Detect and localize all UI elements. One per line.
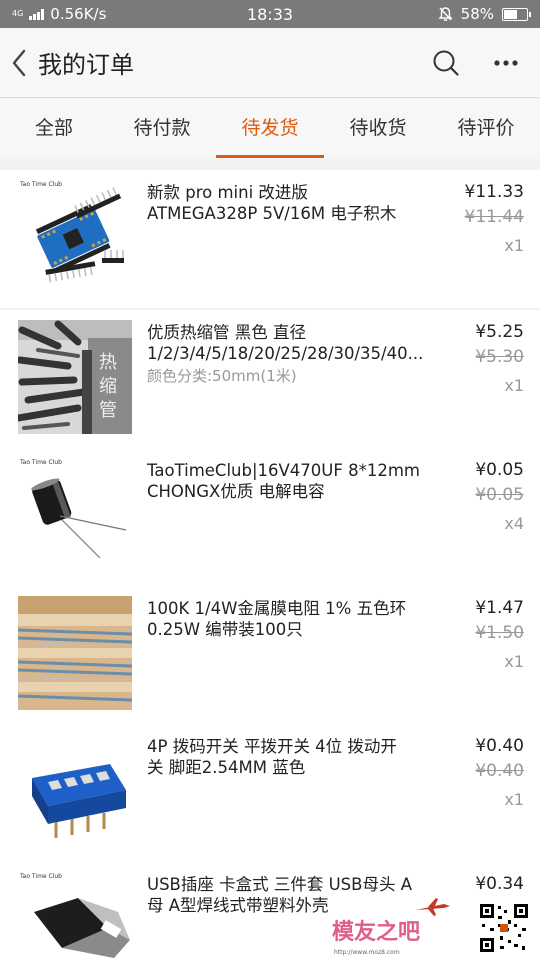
heat-shrink-tube-image: 热 缩 管 bbox=[18, 320, 132, 434]
network-speed: 0.56K/s bbox=[50, 5, 107, 23]
product-quantity: x1 bbox=[504, 236, 524, 255]
product-name: TaoTimeClub|16V470UF 8*12mm CHONGX优质 电解电… bbox=[147, 460, 437, 502]
dip-switch-image bbox=[32, 764, 126, 838]
order-item[interactable]: 热 缩 管 优质热缩管 黑色 直径 1/2/3/4/5/18/20/25/28/… bbox=[0, 310, 540, 448]
product-name-line2: 1/2/3/4/5/18/20/25/28/30/35/40... bbox=[147, 344, 424, 363]
original-price: ¥5.30 bbox=[475, 347, 524, 367]
status-left: 4G 0.56K/s bbox=[12, 5, 192, 23]
product-image: Tao Time Club bbox=[18, 872, 132, 960]
tab-pending-shipment[interactable]: 待发货 bbox=[216, 99, 324, 159]
product-price: ¥0.40 bbox=[475, 736, 524, 756]
pro-mini-board-image bbox=[35, 187, 124, 283]
order-item[interactable]: 100K 1/4W金属膜电阻 1% 五色环 0.25W 编带装100只 ¥1.4… bbox=[0, 586, 540, 724]
watermark: 模友之吧 http://www.moz8.com bbox=[332, 896, 532, 956]
search-button[interactable] bbox=[416, 28, 476, 98]
product-image bbox=[18, 596, 132, 710]
tab-all[interactable]: 全部 bbox=[0, 99, 108, 159]
signal-icon bbox=[29, 8, 45, 20]
svg-text:管: 管 bbox=[99, 400, 117, 421]
watermark-url: http://www.moz8.com bbox=[334, 949, 400, 956]
product-name: 新款 pro mini 改进版 ATMEGA328P 5V/16M 电子积木 bbox=[147, 182, 437, 224]
tab-pending-review[interactable]: 待评价 bbox=[432, 99, 540, 159]
status-bar: 4G 0.56K/s 18:33 58% bbox=[0, 0, 540, 28]
product-name-line1: TaoTimeClub|16V470UF 8*12mm bbox=[147, 461, 421, 480]
tab-pending-receipt[interactable]: 待收货 bbox=[324, 99, 432, 159]
capacitor-image bbox=[31, 478, 127, 559]
product-name: 优质热缩管 黑色 直径 1/2/3/4/5/18/20/25/28/30/35/… bbox=[147, 322, 437, 364]
original-price: ¥11.44 bbox=[464, 207, 524, 227]
tab-pending-payment[interactable]: 待付款 bbox=[108, 99, 216, 159]
bell-mute-icon bbox=[437, 7, 453, 22]
product-name-line1: 优质热缩管 黑色 直径 bbox=[147, 323, 306, 342]
product-name-line1: 100K 1/4W金属膜电阻 1% 五色环 bbox=[147, 599, 407, 618]
product-price: ¥1.47 bbox=[475, 598, 524, 618]
product-image: Tao Time Club bbox=[18, 180, 132, 294]
product-name-line1: 4P 拨码开关 平拨开关 4位 拨动开 bbox=[147, 737, 397, 756]
product-spec: 颜色分类:50mm(1米) bbox=[147, 367, 297, 385]
battery-fill bbox=[504, 9, 517, 19]
product-quantity: x1 bbox=[504, 652, 524, 671]
product-quantity: x1 bbox=[504, 376, 524, 395]
original-price: ¥0.05 bbox=[475, 485, 524, 505]
battery-icon bbox=[502, 7, 531, 21]
original-price: ¥0.40 bbox=[475, 761, 524, 781]
search-icon bbox=[433, 50, 459, 76]
brand-label: Tao Time Club bbox=[20, 181, 62, 188]
product-price: ¥5.25 bbox=[475, 322, 524, 342]
status-time: 18:33 bbox=[246, 4, 294, 24]
network-type: 4G bbox=[12, 9, 24, 18]
product-name-line1: 新款 pro mini 改进版 bbox=[147, 183, 308, 202]
product-image bbox=[18, 734, 132, 848]
order-tabs: 全部 待付款 待发货 待收货 待评价 bbox=[0, 99, 540, 159]
page-title: 我的订单 bbox=[38, 51, 134, 79]
resistor-tape-image bbox=[18, 596, 132, 710]
product-name-line2: ATMEGA328P 5V/16M 电子积木 bbox=[147, 204, 397, 223]
original-price: ¥1.50 bbox=[475, 623, 524, 643]
order-item[interactable]: Tao Time Club TaoTimeClub|16V470UF 8*12m… bbox=[0, 448, 540, 586]
more-button[interactable] bbox=[476, 28, 536, 98]
product-quantity: x4 bbox=[504, 514, 524, 533]
qr-code-icon bbox=[478, 902, 530, 954]
brand-label: Tao Time Club bbox=[20, 873, 62, 880]
product-price: ¥0.05 bbox=[475, 460, 524, 480]
product-price: ¥0.34 bbox=[475, 874, 524, 894]
brand-label: Tao Time Club bbox=[20, 459, 62, 466]
product-image: 热 缩 管 bbox=[18, 320, 132, 434]
battery-percent: 58% bbox=[460, 5, 494, 23]
more-icon bbox=[494, 59, 518, 66]
svg-text:缩: 缩 bbox=[99, 376, 117, 397]
product-quantity: x1 bbox=[504, 790, 524, 809]
product-name-line2: 关 脚距2.54MM 蓝色 bbox=[147, 758, 306, 777]
chevron-left-icon bbox=[12, 49, 26, 76]
product-name: 4P 拨码开关 平拨开关 4位 拨动开 关 脚距2.54MM 蓝色 bbox=[147, 736, 437, 778]
product-name-line1: USB插座 卡盒式 三件套 USB母头 A bbox=[147, 875, 413, 894]
header: 我的订单 bbox=[0, 28, 540, 98]
svg-text:热: 热 bbox=[99, 352, 117, 373]
product-image: Tao Time Club bbox=[18, 458, 132, 572]
watermark-text: 模友之吧 bbox=[332, 920, 421, 945]
back-button[interactable] bbox=[2, 28, 36, 98]
product-name-line2: CHONGX优质 电解电容 bbox=[147, 482, 325, 501]
usb-socket-image bbox=[34, 898, 130, 958]
order-item[interactable]: 4P 拨码开关 平拨开关 4位 拨动开 关 脚距2.54MM 蓝色 ¥0.40 … bbox=[0, 724, 540, 862]
product-price: ¥11.33 bbox=[464, 182, 524, 202]
status-right: 58% bbox=[348, 5, 531, 23]
product-name: 100K 1/4W金属膜电阻 1% 五色环 0.25W 编带装100只 bbox=[147, 598, 437, 640]
order-item[interactable]: Tao Time Club 新款 pro mini 改进版 ATMEGA328P… bbox=[0, 170, 540, 308]
product-name-line2: 0.25W 编带装100只 bbox=[147, 620, 303, 639]
